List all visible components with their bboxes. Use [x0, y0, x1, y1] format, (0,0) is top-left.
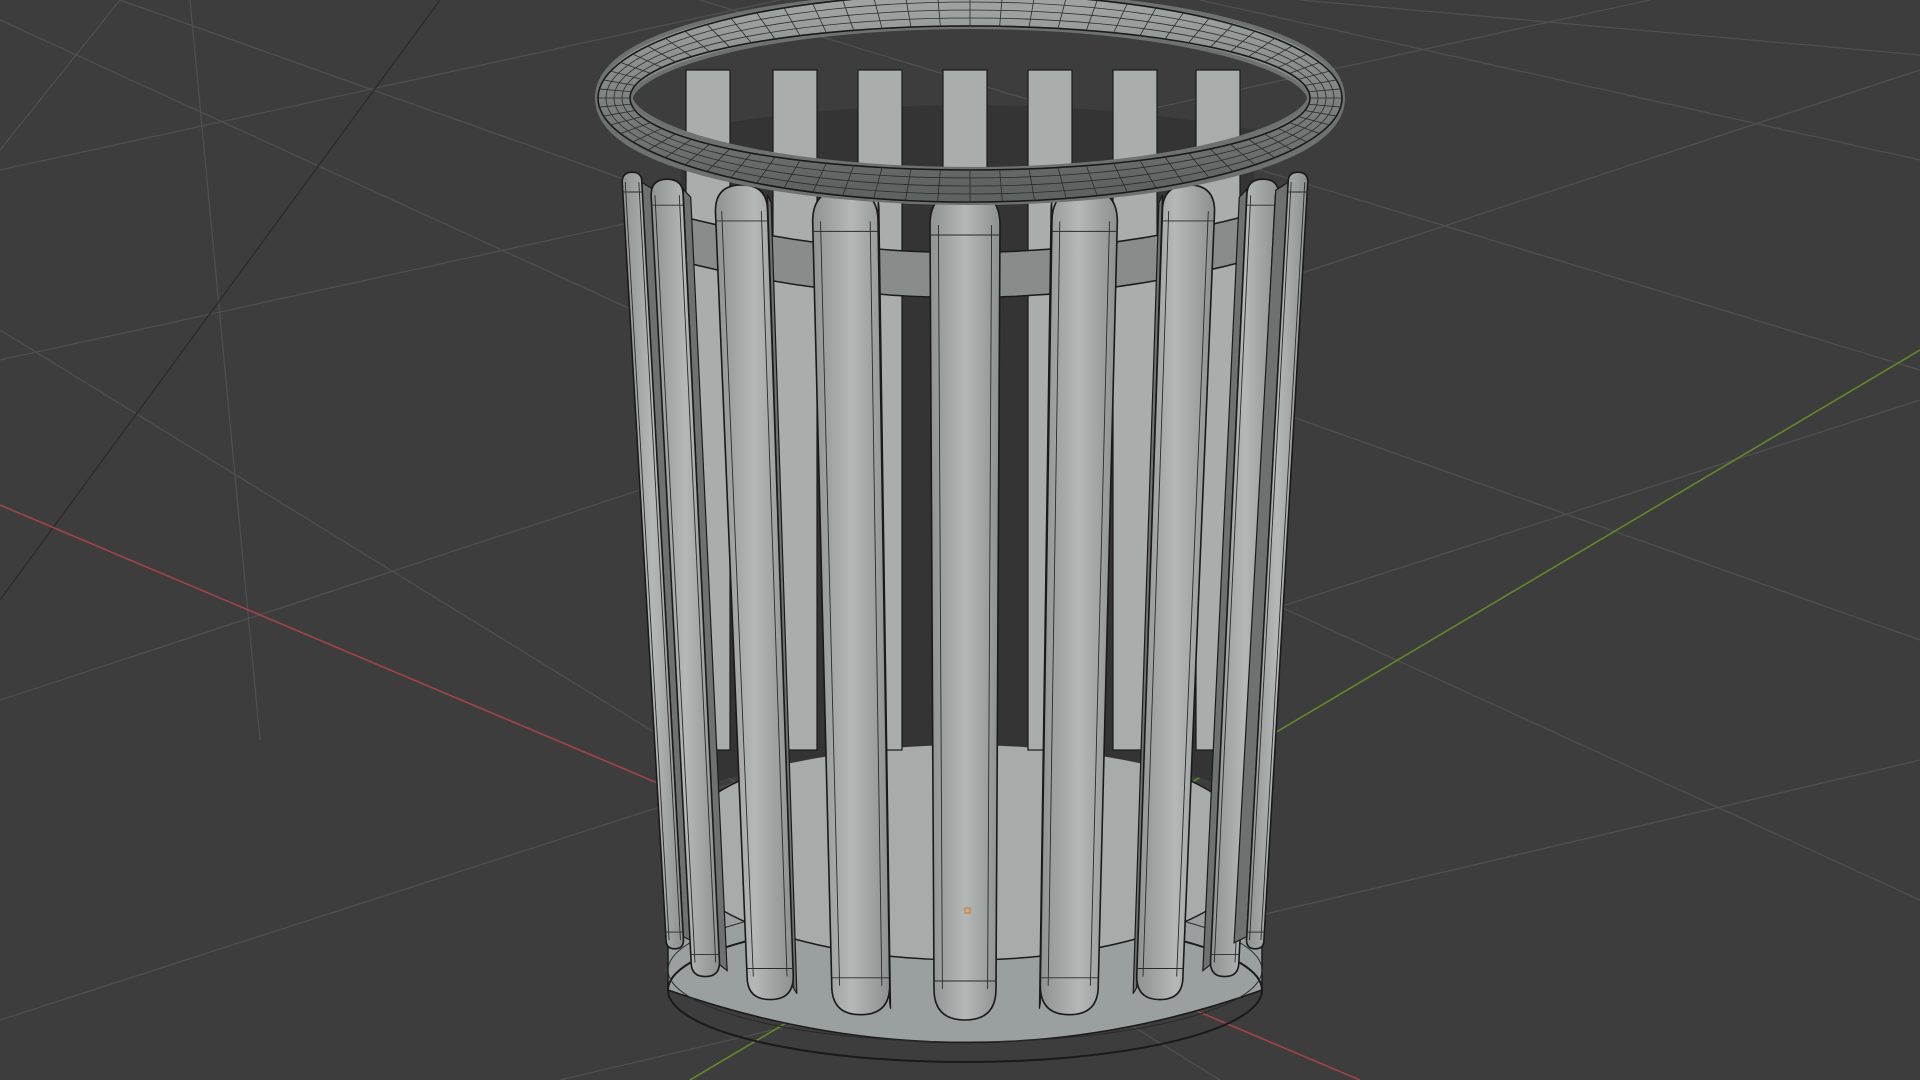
front-slat	[929, 189, 1001, 1021]
trash-bin-mesh[interactable]	[595, 0, 1345, 1063]
viewport-canvas[interactable]	[0, 0, 1920, 1080]
grid-diagonal-dark	[0, 0, 441, 601]
3d-viewport[interactable]	[0, 0, 1920, 1080]
